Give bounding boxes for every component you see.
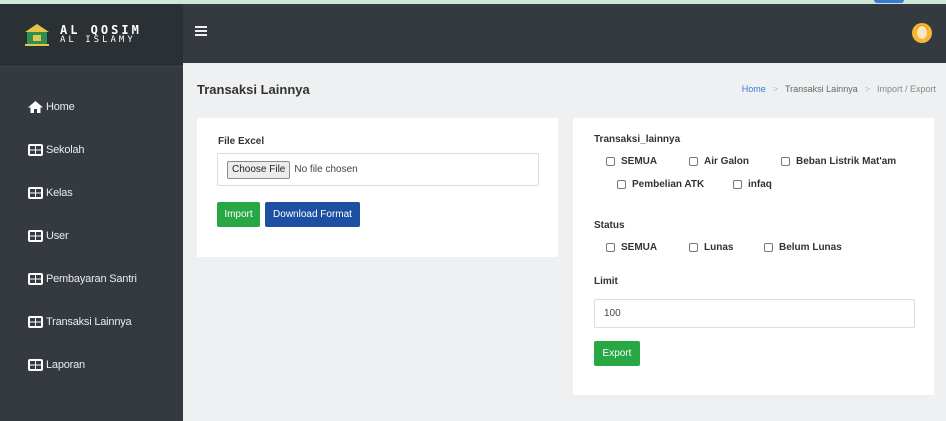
page-title: Transaksi Lainnya xyxy=(197,82,310,97)
sidebar-item-pembayaran-santri[interactable]: Pembayaran Santri xyxy=(0,257,183,300)
checkbox-status-semua[interactable]: SEMUA xyxy=(606,242,657,253)
checkbox-icon xyxy=(764,243,773,252)
sidebar-item-label: Kelas xyxy=(46,186,73,199)
main-content: Transaksi Lainnya Home > Transaksi Lainn… xyxy=(183,63,946,421)
mosque-logo-icon xyxy=(25,24,49,46)
sidebar-item-sekolah[interactable]: Sekolah xyxy=(0,128,183,171)
table-icon xyxy=(28,143,43,156)
table-icon xyxy=(28,229,43,242)
checkbox-beban-listrik[interactable]: Beban Listrik Mat'am xyxy=(781,156,896,167)
breadcrumb-item[interactable]: Transaksi Lainnya xyxy=(785,84,858,94)
checkbox-air-galon[interactable]: Air Galon xyxy=(689,156,749,167)
user-avatar-icon[interactable] xyxy=(912,23,932,43)
hamburger-icon[interactable] xyxy=(195,26,207,36)
sidebar-item-label: Transaksi Lainnya xyxy=(46,315,132,328)
checkbox-icon xyxy=(617,180,626,189)
table-icon xyxy=(28,186,43,199)
breadcrumb-separator-icon: > xyxy=(772,84,778,94)
sidebar-item-label: User xyxy=(46,229,69,242)
checkbox-icon xyxy=(689,243,698,252)
sidebar-item-label: Pembayaran Santri xyxy=(46,272,137,285)
sidebar-item-kelas[interactable]: Kelas xyxy=(0,171,183,214)
breadcrumb-current: Import / Export xyxy=(876,84,936,94)
checkbox-icon xyxy=(733,180,742,189)
status-label: Status xyxy=(594,220,625,231)
checkbox-transaksi-semua[interactable]: SEMUA xyxy=(606,156,657,167)
export-card: Transaksi_lainnya SEMUA Air Galon Beban … xyxy=(573,118,934,395)
sidebar-item-label: Sekolah xyxy=(46,143,85,156)
checkbox-icon xyxy=(781,157,790,166)
brand[interactable]: AL QOSIM AL ISLAMY xyxy=(0,4,183,67)
breadcrumb-home[interactable]: Home xyxy=(742,84,766,94)
no-file-text: No file chosen xyxy=(294,164,358,175)
table-icon xyxy=(28,358,43,371)
breadcrumb-separator-icon: > xyxy=(864,84,870,94)
download-format-button[interactable]: Download Format xyxy=(265,202,360,227)
top-navbar xyxy=(183,4,946,63)
checkbox-infaq[interactable]: infaq xyxy=(733,179,772,190)
sidebar-item-label: Laporan xyxy=(46,358,85,371)
limit-input[interactable]: 100 xyxy=(594,299,915,328)
home-icon xyxy=(28,100,43,113)
sidebar-item-transaksi-lainnya[interactable]: Transaksi Lainnya xyxy=(0,300,183,343)
table-icon xyxy=(28,272,43,285)
sidebar-nav: Home Sekolah Kelas User Pembayaran Santr… xyxy=(0,67,183,386)
file-input[interactable]: Choose File No file chosen xyxy=(217,153,539,186)
checkbox-lunas[interactable]: Lunas xyxy=(689,242,733,253)
checkbox-belum-lunas[interactable]: Belum Lunas xyxy=(764,242,842,253)
table-icon xyxy=(28,315,43,328)
choose-file-button[interactable]: Choose File xyxy=(227,160,291,179)
checkbox-pembelian-atk[interactable]: Pembelian ATK xyxy=(617,179,704,190)
sidebar-item-home[interactable]: Home xyxy=(0,85,183,128)
brand-name: AL QOSIM xyxy=(60,23,142,37)
sidebar-item-label: Home xyxy=(46,100,75,113)
import-card: File Excel Choose File No file chosen Im… xyxy=(197,118,558,257)
checkbox-icon xyxy=(606,243,615,252)
export-button[interactable]: Export xyxy=(594,341,640,366)
limit-label: Limit xyxy=(594,276,618,287)
transaksi-lainnya-label: Transaksi_lainnya xyxy=(594,134,681,145)
import-button[interactable]: Import xyxy=(217,202,260,227)
sidebar-item-user[interactable]: User xyxy=(0,214,183,257)
checkbox-icon xyxy=(689,157,698,166)
brand-subtitle: AL ISLAMY xyxy=(60,35,136,45)
top-strip-accent xyxy=(874,0,904,3)
sidebar: AL QOSIM AL ISLAMY Home Sekolah Kelas Us… xyxy=(0,4,183,421)
sidebar-item-laporan[interactable]: Laporan xyxy=(0,343,183,386)
file-excel-label: File Excel xyxy=(218,136,265,147)
checkbox-icon xyxy=(606,157,615,166)
breadcrumb: Home > Transaksi Lainnya > Import / Expo… xyxy=(742,84,936,94)
